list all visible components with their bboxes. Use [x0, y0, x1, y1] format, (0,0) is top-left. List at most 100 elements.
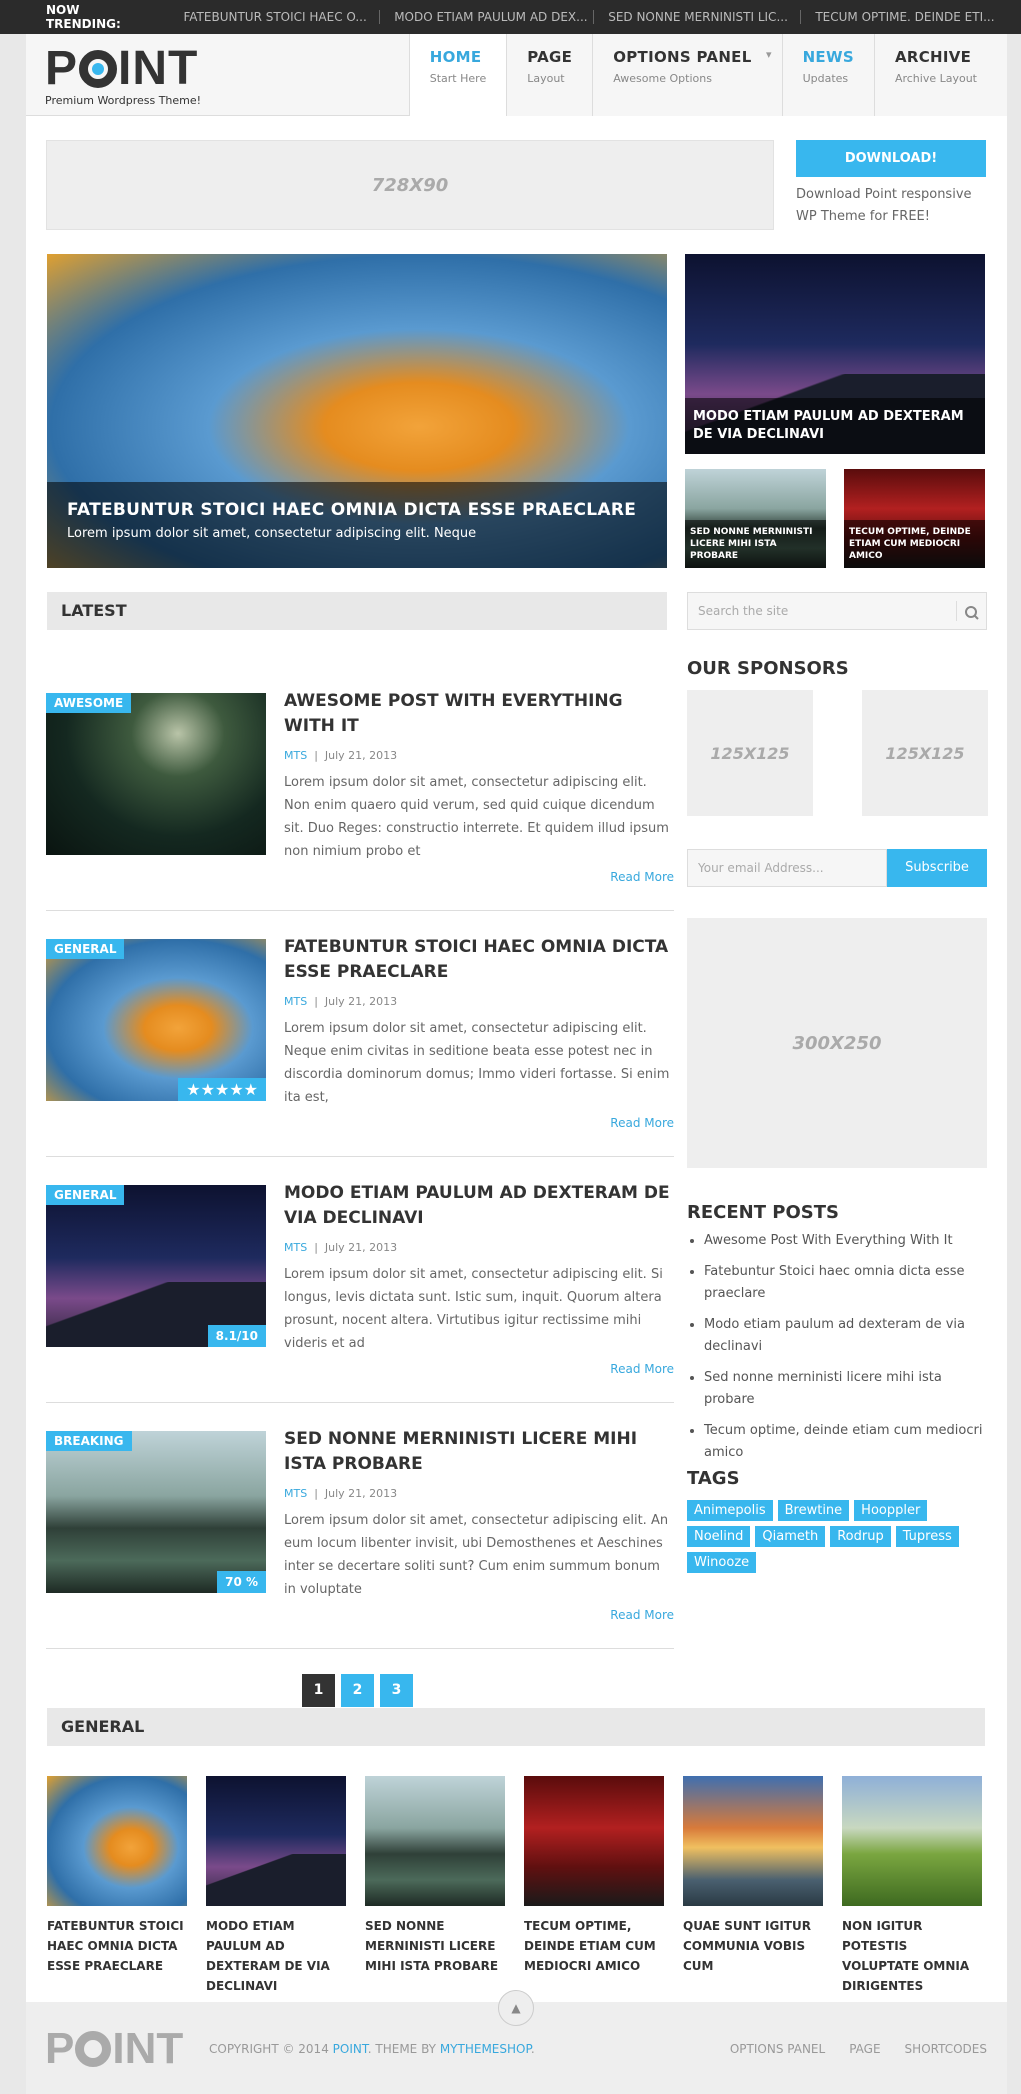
general-post[interactable]: SED NONNE MERNINISTI LICERE MIHI ISTA PR…	[365, 1776, 505, 1976]
post-meta: MTS | July 21, 2013	[284, 1487, 398, 1500]
search-input[interactable]: Search the site	[687, 592, 987, 630]
trending-link[interactable]: MODO ETIAM PAULUM AD DEX...	[394, 10, 595, 24]
read-more-link[interactable]: Read More	[610, 1116, 674, 1130]
chevron-down-icon: ▾	[766, 48, 772, 61]
general-post[interactable]: TECUM OPTIME, DEINDE ETIAM CUM MEDIOCRI …	[524, 1776, 664, 1976]
email-field[interactable]: Your email Address...	[687, 849, 887, 887]
post-date: July 21, 2013	[324, 995, 398, 1008]
slider-side-top[interactable]: MODO ETIAM PAULUM AD DEXTERAM DE VIA DEC…	[685, 254, 985, 454]
post-category-badge[interactable]: AWESOME	[46, 693, 132, 713]
post-title[interactable]: FATEBUNTUR STOICI HAEC OMNIA DICTA ESSE …	[284, 935, 674, 985]
post-thumbnail[interactable]: AWESOME	[46, 693, 266, 855]
nav-item-page[interactable]: PAGE Layout	[506, 34, 593, 116]
general-post[interactable]: MODO ETIAM PAULUM AD DEXTERAM DE VIA DEC…	[206, 1776, 346, 1996]
copyright-text: . THEME BY	[367, 2042, 436, 2056]
post-date: July 21, 2013	[324, 1241, 398, 1254]
general-thumbnail[interactable]	[206, 1776, 346, 1906]
general-post-title[interactable]: NON IGITUR POTESTIS VOLUPTATE OMNIA DIRI…	[842, 1916, 982, 1996]
subscribe-button[interactable]: Subscribe	[887, 849, 987, 887]
tag-link[interactable]: Winooze	[687, 1552, 757, 1573]
slider-side-title: MODO ETIAM PAULUM AD DEXTERAM DE VIA DEC…	[685, 398, 985, 454]
slider-side-small-2[interactable]: TECUM OPTIME, DEINDE ETIAM CUM MEDIOCRI …	[844, 469, 985, 568]
page-number[interactable]: 1	[302, 1674, 335, 1707]
recent-post-link[interactable]: Modo etiam paulum ad dexteram de via dec…	[704, 1314, 989, 1358]
search-placeholder: Search the site	[698, 604, 789, 618]
post-category-badge[interactable]: GENERAL	[46, 939, 125, 959]
footer-link[interactable]: OPTIONS PANEL	[730, 2042, 825, 2056]
logo-tagline: Premium Wordpress Theme!	[45, 94, 202, 107]
post-author[interactable]: MTS	[284, 1241, 307, 1254]
post-author[interactable]: MTS	[284, 1487, 307, 1500]
footer-link[interactable]: PAGE	[849, 2042, 880, 2056]
recent-post-link[interactable]: Tecum optime, deinde etiam cum mediocri …	[704, 1420, 989, 1464]
slider-main[interactable]: FATEBUNTUR STOICI HAEC OMNIA DICTA ESSE …	[47, 254, 667, 568]
author-link[interactable]: MYTHEMESHOP	[440, 2042, 531, 2056]
general-post[interactable]: NON IGITUR POTESTIS VOLUPTATE OMNIA DIRI…	[842, 1776, 982, 1996]
slider-side-small-1[interactable]: SED NONNE MERNINISTI LICERE MIHI ISTA PR…	[685, 469, 826, 568]
general-post[interactable]: QUAE SUNT IGITUR COMMUNIA VOBIS CUM	[683, 1776, 823, 1976]
tag-link[interactable]: Animepolis	[687, 1500, 773, 1521]
general-post[interactable]: FATEBUNTUR STOICI HAEC OMNIA DICTA ESSE …	[47, 1776, 187, 1976]
ad-125x125[interactable]: 125X125	[862, 690, 988, 816]
nav-item-archive[interactable]: ARCHIVE Archive Layout	[873, 34, 1007, 116]
ad-728x90[interactable]: 728X90	[46, 140, 774, 230]
post-title[interactable]: MODO ETIAM PAULUM AD DEXTERAM DE VIA DEC…	[284, 1181, 674, 1231]
tag-link[interactable]: Rodrup	[830, 1526, 891, 1547]
site-header: P INT Premium Wordpress Theme! HOME Start …	[26, 34, 1007, 116]
tag-link[interactable]: Hooppler	[854, 1500, 928, 1521]
post-title[interactable]: AWESOME POST WITH EVERYTHING WITH IT	[284, 689, 674, 739]
post-category-badge[interactable]: BREAKING	[46, 1431, 132, 1451]
back-to-top-icon[interactable]: ▲	[498, 1990, 534, 2026]
general-post-title[interactable]: FATEBUNTUR STOICI HAEC OMNIA DICTA ESSE …	[47, 1916, 187, 1976]
post-category-badge[interactable]: GENERAL	[46, 1185, 125, 1205]
post-thumbnail[interactable]: GENERAL ★★★★★	[46, 939, 266, 1101]
read-more-link[interactable]: Read More	[610, 1608, 674, 1622]
read-more-link[interactable]: Read More	[610, 870, 674, 884]
page-number[interactable]: 2	[341, 1674, 374, 1707]
recent-post-link[interactable]: Sed nonne merninisti licere mihi ista pr…	[704, 1367, 989, 1411]
recent-post-link[interactable]: Fatebuntur Stoici haec omnia dicta esse …	[704, 1261, 989, 1305]
general-post-title[interactable]: QUAE SUNT IGITUR COMMUNIA VOBIS CUM	[683, 1916, 823, 1976]
general-thumbnail[interactable]	[524, 1776, 664, 1906]
trending-link[interactable]: TECUM OPTIME. DEINDE ETI...	[815, 10, 1007, 24]
general-post-title[interactable]: SED NONNE MERNINISTI LICERE MIHI ISTA PR…	[365, 1916, 505, 1976]
general-post-title[interactable]: MODO ETIAM PAULUM AD DEXTERAM DE VIA DEC…	[206, 1916, 346, 1996]
tag-link[interactable]: Qiameth	[755, 1526, 826, 1547]
nav-item-news[interactable]: NEWS Updates	[781, 34, 874, 116]
main-nav: HOME Start Here PAGE Layout OPTIONS PANEL A…	[408, 34, 1007, 116]
trending-link[interactable]: FATEBUNTUR STOICI HAEC O...	[183, 10, 381, 24]
recent-post-link[interactable]: Awesome Post With Everything With It	[704, 1230, 989, 1252]
post-author[interactable]: MTS	[284, 749, 307, 762]
logo-o-icon	[75, 2031, 112, 2067]
nav-item-home[interactable]: HOME Start Here	[408, 34, 507, 116]
tag-link[interactable]: Noelind	[687, 1526, 751, 1547]
footer-link[interactable]: SHORTCODES	[905, 2042, 987, 2056]
page-number[interactable]: 3	[380, 1674, 413, 1707]
general-thumbnail[interactable]	[842, 1776, 982, 1906]
rating-score: 8.1/10	[207, 1325, 266, 1347]
post-thumbnail[interactable]: GENERAL 8.1/10	[46, 1185, 266, 1347]
site-logo[interactable]: P INT Premium Wordpress Theme!	[45, 45, 202, 108]
download-button[interactable]: DOWNLOAD!	[796, 140, 986, 177]
trending-link[interactable]: SED NONNE MERNINISTI LIC...	[608, 10, 802, 24]
read-more-link[interactable]: Read More	[610, 1362, 674, 1376]
general-thumbnail[interactable]	[47, 1776, 187, 1906]
general-post-title[interactable]: TECUM OPTIME, DEINDE ETIAM CUM MEDIOCRI …	[524, 1916, 664, 1976]
slider-title: FATEBUNTUR STOICI HAEC OMNIA DICTA ESSE …	[67, 500, 637, 520]
tags-title: TAGS	[687, 1468, 740, 1489]
tag-link[interactable]: Tupress	[895, 1526, 959, 1547]
search-icon[interactable]	[956, 601, 986, 621]
tag-link[interactable]: Brewtine	[777, 1500, 850, 1521]
ad-300x250[interactable]: 300X250	[687, 918, 987, 1168]
general-thumbnail[interactable]	[365, 1776, 505, 1906]
nav-title: PAGE	[527, 48, 573, 66]
nav-item-options-panel[interactable]: OPTIONS PANEL Awesome Options ▾	[592, 34, 782, 116]
post-author[interactable]: MTS	[284, 995, 307, 1008]
general-thumbnail[interactable]	[683, 1776, 823, 1906]
post-title[interactable]: SED NONNE MERNINISTI LICERE MIHI ISTA PR…	[284, 1427, 674, 1477]
ad-125x125[interactable]: 125X125	[687, 690, 813, 816]
footer-logo[interactable]: P INT	[45, 2024, 183, 2074]
site-link[interactable]: POINT	[333, 2042, 368, 2056]
post-thumbnail[interactable]: BREAKING 70 %	[46, 1431, 266, 1593]
nav-subtitle: Archive Layout	[894, 72, 977, 85]
